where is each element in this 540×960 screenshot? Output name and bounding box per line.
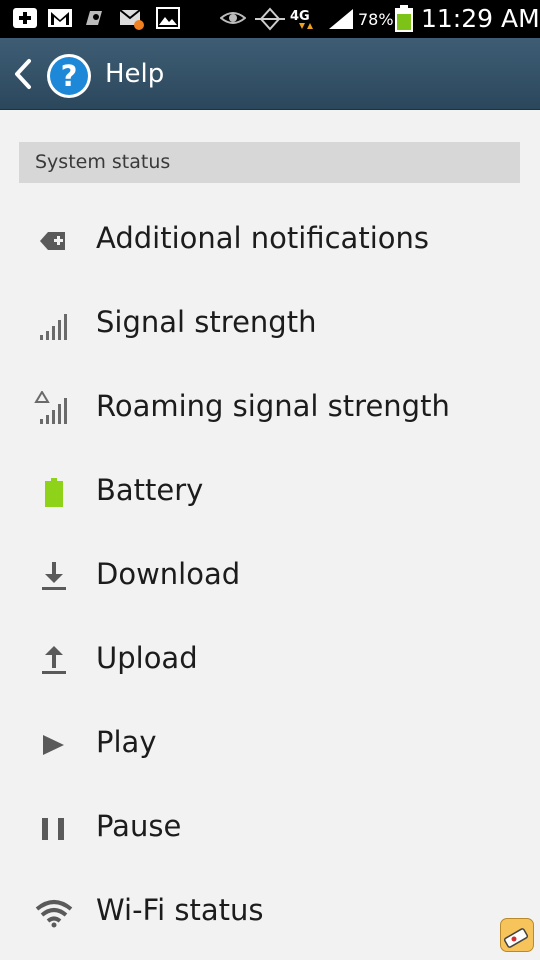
status-time: 11:29 AM bbox=[421, 4, 540, 33]
page-title: Help bbox=[105, 59, 165, 89]
roaming-signal-icon bbox=[34, 391, 67, 424]
cell-signal-icon bbox=[329, 9, 353, 29]
list-item-upload[interactable]: Upload bbox=[0, 619, 540, 703]
svg-text:?: ? bbox=[61, 59, 78, 93]
upload-icon bbox=[42, 646, 66, 674]
play-icon bbox=[43, 735, 64, 755]
eye-icon bbox=[220, 12, 246, 24]
action-bar: ? Help bbox=[0, 38, 540, 110]
list-item-additional-notifications[interactable]: Additional notifications bbox=[0, 199, 540, 283]
list-item-label: Pause bbox=[96, 809, 182, 843]
signal-booster-icon bbox=[255, 7, 285, 31]
4g-lte-icon: 4G bbox=[290, 9, 313, 29]
puzzle-icon bbox=[86, 11, 102, 25]
list-item-label: Roaming signal strength bbox=[96, 389, 450, 423]
list-item-pause[interactable]: Pause bbox=[0, 787, 540, 871]
download-icon bbox=[42, 562, 66, 590]
list-item-label: Upload bbox=[96, 641, 198, 675]
floating-app-icon[interactable] bbox=[500, 918, 534, 952]
battery-percent: 78% bbox=[358, 10, 394, 29]
list-item-play[interactable]: Play bbox=[0, 703, 540, 787]
wifi-icon bbox=[35, 900, 73, 928]
status-bar: 4G 78% 11:29 AM bbox=[0, 0, 540, 38]
svg-text:4G: 4G bbox=[290, 9, 310, 24]
signal-strength-icon bbox=[40, 314, 67, 340]
gallery-icon bbox=[156, 7, 180, 29]
list-item-battery[interactable]: Battery bbox=[0, 451, 540, 535]
help-question-icon[interactable]: ? bbox=[46, 53, 92, 99]
list-item-label: Battery bbox=[96, 473, 204, 507]
list-item-download[interactable]: Download bbox=[0, 535, 540, 619]
list-item-roaming-signal-strength[interactable]: Roaming signal strength bbox=[0, 367, 540, 451]
section-header: System status bbox=[19, 142, 520, 183]
list-item-wifi-status[interactable]: Wi-Fi status bbox=[0, 871, 540, 955]
gmail-icon bbox=[48, 9, 72, 27]
back-arrow-icon[interactable] bbox=[12, 58, 34, 90]
list-item-label: Additional notifications bbox=[96, 221, 429, 255]
status-icon-list: Additional notifications Signal strength… bbox=[0, 199, 540, 955]
additional-notifications-icon bbox=[40, 232, 65, 250]
battery-icon bbox=[395, 5, 413, 32]
battery-icon bbox=[45, 478, 63, 507]
list-item-label: Play bbox=[96, 725, 157, 759]
missed-email-icon bbox=[119, 9, 144, 30]
add-box-icon bbox=[13, 8, 37, 28]
paint-icon bbox=[503, 928, 529, 948]
list-item-label: Signal strength bbox=[96, 305, 317, 339]
list-item-label: Wi-Fi status bbox=[96, 893, 264, 927]
pause-icon bbox=[42, 818, 64, 840]
list-item-signal-strength[interactable]: Signal strength bbox=[0, 283, 540, 367]
section-header-label: System status bbox=[35, 151, 171, 173]
list-item-label: Download bbox=[96, 557, 241, 591]
